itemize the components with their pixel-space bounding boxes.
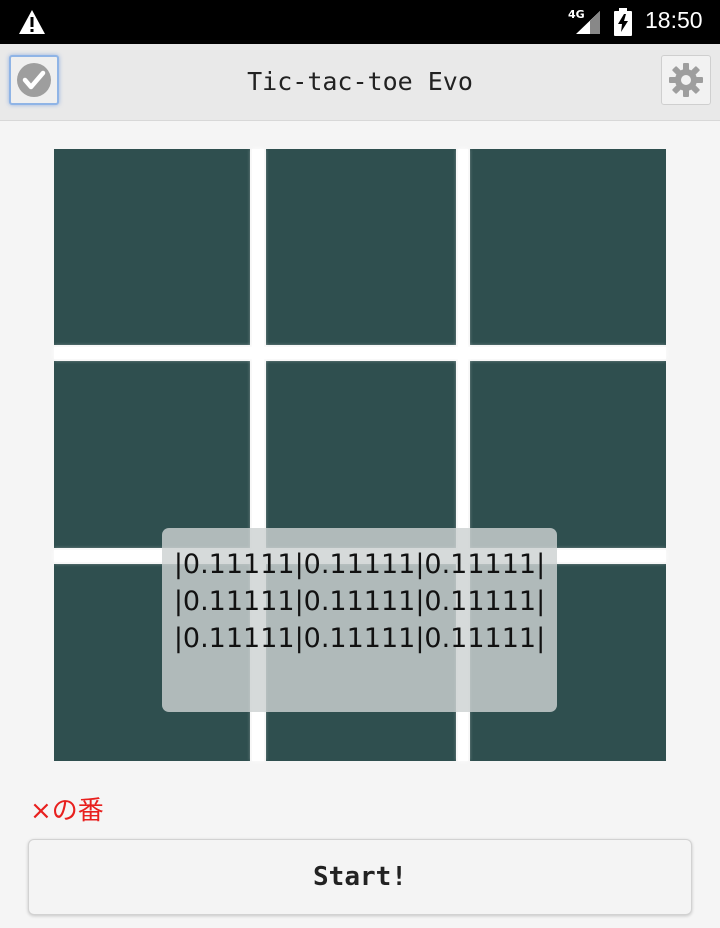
confirm-button[interactable]: [9, 55, 59, 105]
signal-icon: [576, 11, 600, 34]
status-bar: 4G 18:50: [0, 0, 720, 44]
probability-panel: |0.11111|0.11111|0.11111| |0.11111|0.111…: [162, 528, 557, 712]
board-cell-4[interactable]: [54, 361, 250, 548]
warning-icon: [19, 10, 45, 34]
probability-row: |0.11111|0.11111|0.11111|: [173, 549, 546, 580]
board-cell-3[interactable]: [470, 149, 666, 345]
check-icon: [17, 63, 51, 97]
board-cell-1[interactable]: [54, 149, 250, 345]
app-toolbar: Tic-tac-toe Evo: [0, 44, 720, 121]
battery-charging-icon: [614, 8, 632, 36]
board-cell-5[interactable]: [266, 361, 456, 548]
turn-indicator: ×の番: [30, 796, 104, 826]
settings-button[interactable]: [661, 55, 711, 105]
gear-icon: [669, 63, 703, 97]
status-time: 18:50: [645, 7, 703, 33]
board-cell-6[interactable]: [470, 361, 666, 548]
probability-row: |0.11111|0.11111|0.11111|: [173, 623, 546, 654]
probability-text: |0.11111|0.11111|0.11111| |0.11111|0.111…: [162, 546, 557, 657]
app-title: Tic-tac-toe Evo: [247, 67, 473, 96]
board-cell-2[interactable]: [266, 149, 456, 345]
grid-line: [54, 347, 666, 359]
probability-row: |0.11111|0.11111|0.11111|: [173, 586, 546, 617]
start-button[interactable]: Start!: [28, 839, 692, 915]
